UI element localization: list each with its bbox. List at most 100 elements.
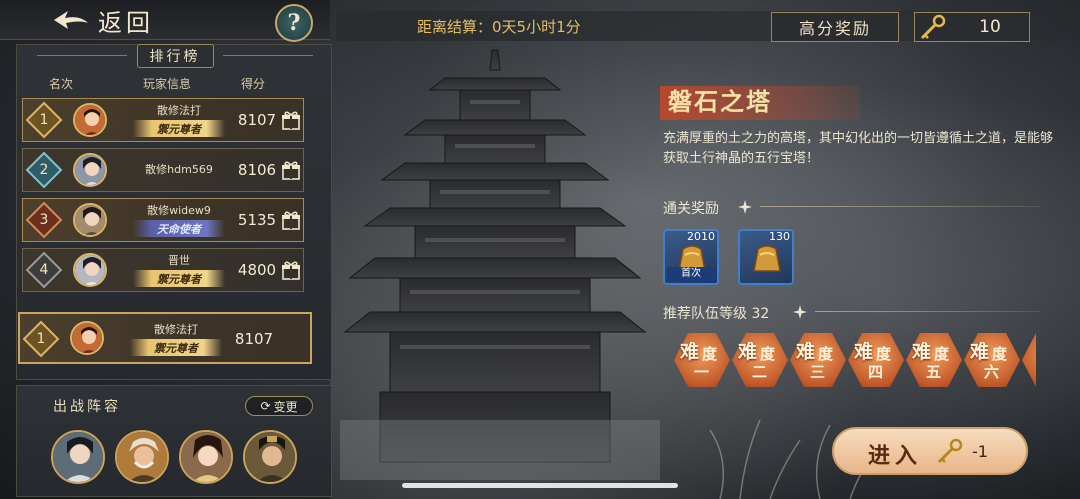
player-score: 8106 [237, 161, 277, 179]
help-button[interactable]: ? [275, 4, 313, 42]
difficulty-level: 二 [752, 363, 768, 381]
formation-title: 出战阵容 [53, 399, 121, 415]
difficulty-level: 一 [694, 363, 710, 381]
avatar [73, 153, 107, 187]
formation-panel: 出战阵容 ⟳ 变更 [16, 385, 332, 497]
my-ranking-row[interactable]: 1 散修法打 禦元尊者 8107 [18, 312, 312, 364]
difficulty-1-button[interactable]: 难 度 一 [674, 333, 730, 387]
hero-slot[interactable] [51, 430, 105, 484]
col-score: 得分 [241, 77, 266, 91]
player-name: 晋世 [168, 254, 190, 267]
tower-illustration [340, 49, 660, 480]
cloud-arrow-back-icon [54, 11, 88, 29]
hero-slot[interactable] [243, 430, 297, 484]
ranking-row[interactable]: 1 散修法打 禦元尊者 8107 [22, 98, 304, 142]
back-label: 返回 [98, 8, 154, 37]
difficulty-char: 难 [738, 341, 758, 363]
col-rank: 名次 [49, 77, 74, 91]
rank-badge: 4 [25, 251, 63, 289]
avatar [73, 253, 107, 287]
difficulty-6-button[interactable]: 难 度 六 [964, 333, 1020, 387]
key-count: 10 [979, 17, 1001, 37]
avatar [73, 103, 107, 137]
ranking-row[interactable]: 4 晋世 禦元尊者 4800 [22, 248, 304, 292]
difficulty-level: 六 [984, 363, 1000, 381]
key-counter[interactable]: 10 [914, 12, 1030, 42]
ranking-title-bar: 排行榜 [17, 44, 333, 68]
key-icon [920, 14, 946, 40]
difficulty-5-button[interactable]: 难 度 五 [906, 333, 962, 387]
clear-reward-label: 通关奖励 [663, 201, 719, 217]
player-title: 天命使者 [133, 220, 225, 237]
reward-quantity: 2010 [687, 230, 715, 243]
divider [223, 55, 313, 56]
difficulty-char: 难 [680, 341, 700, 363]
change-formation-button[interactable]: ⟳ 变更 [245, 396, 313, 416]
gift-icon[interactable] [281, 160, 301, 180]
rank-badge: 1 [22, 320, 60, 358]
gift-icon[interactable] [281, 210, 301, 230]
player-title: 禦元尊者 [130, 339, 222, 356]
key-icon [937, 438, 963, 464]
divider [760, 206, 1040, 207]
help-icon: ? [287, 10, 301, 36]
divider [815, 311, 1040, 312]
avatar [73, 203, 107, 237]
hero-slot[interactable] [179, 430, 233, 484]
player-title: 禦元尊者 [133, 270, 225, 287]
change-label: 变更 [273, 399, 298, 414]
gift-icon[interactable] [281, 110, 301, 130]
player-score: 4800 [237, 261, 277, 279]
player-name: 散修widew9 [147, 204, 211, 217]
divider [37, 55, 127, 56]
difficulty-4-button[interactable]: 难 度 四 [848, 333, 904, 387]
recommend-level-label: 推荐队伍等级 32 [663, 306, 770, 322]
player-name: 散修法打 [157, 104, 201, 117]
sparkle-icon [793, 305, 807, 319]
player-name: 散修hdm569 [145, 163, 213, 176]
tower-name: 磐石之塔 [668, 87, 772, 116]
ranking-row[interactable]: 3 散修widew9 天命使者 5135 [22, 198, 304, 242]
enter-cost: -1 [972, 442, 988, 461]
difficulty-char: 难 [970, 341, 990, 363]
rank-badge: 3 [25, 201, 63, 239]
ranking-row[interactable]: 2 散修hdm569 8106 [22, 148, 304, 192]
player-score: 5135 [237, 211, 277, 229]
enter-label: 进入 [868, 443, 923, 469]
reward-item[interactable]: 130 [738, 229, 794, 285]
rank-badge: 1 [25, 101, 63, 139]
difficulty-char: 难 [854, 341, 874, 363]
avatar [70, 321, 104, 355]
reward-item[interactable]: 2010 首次 [663, 229, 719, 285]
enter-button[interactable]: 进入 -1 [832, 427, 1028, 475]
home-indicator [402, 483, 678, 488]
settlement-countdown: 距离结算：0天5小时1分 [417, 18, 581, 36]
player-score: 8107 [237, 111, 277, 129]
ranking-title: 排行榜 [136, 44, 214, 68]
difficulty-overflow-indicator [1022, 333, 1036, 387]
refresh-icon: ⟳ [260, 399, 271, 413]
col-player: 玩家信息 [143, 77, 192, 91]
reward-quantity: 130 [769, 230, 790, 243]
tower-description: 充满厚重的土之力的高塔，其中幻化出的一切皆遵循土之道，是能够获取土行神晶的五行宝… [663, 131, 1054, 166]
hero-slot[interactable] [115, 430, 169, 484]
difficulty-level: 五 [926, 363, 942, 381]
ranking-header: 名次 玩家信息 得分 [31, 75, 331, 97]
back-button[interactable]: 返回 [50, 3, 250, 37]
difficulty-level: 四 [868, 363, 884, 381]
player-score: 8107 [234, 330, 274, 348]
gold-bag-icon [753, 245, 781, 272]
difficulty-char: 难 [796, 341, 816, 363]
difficulty-level: 三 [810, 363, 826, 381]
rank-badge: 2 [25, 151, 63, 189]
high-score-reward-label: 高分奖励 [798, 19, 871, 38]
sparkle-icon [738, 200, 752, 214]
player-title: 禦元尊者 [133, 120, 225, 137]
difficulty-3-button[interactable]: 难 度 三 [790, 333, 846, 387]
gift-icon[interactable] [281, 260, 301, 280]
difficulty-2-button[interactable]: 难 度 二 [732, 333, 788, 387]
player-name: 散修法打 [154, 323, 198, 336]
first-clear-tag: 首次 [667, 267, 715, 281]
high-score-reward-button[interactable]: 高分奖励 [771, 12, 899, 42]
difficulty-char: 难 [912, 341, 932, 363]
